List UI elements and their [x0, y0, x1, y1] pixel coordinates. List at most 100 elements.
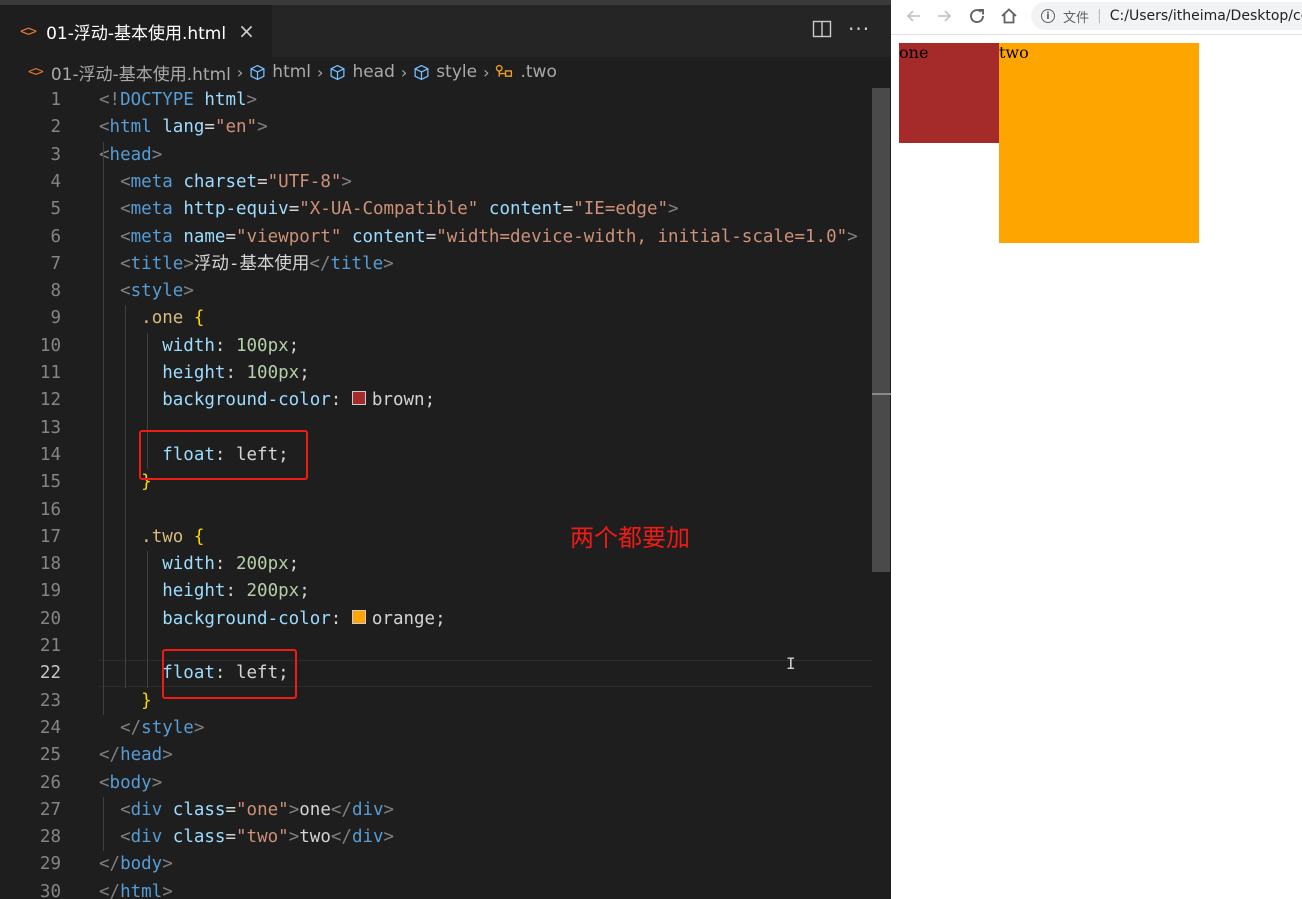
highlight-box-one-float [139, 430, 308, 480]
code-line[interactable]: 16 [0, 497, 891, 524]
forward-arrow-icon[interactable] [933, 5, 955, 27]
breadcrumb-style[interactable]: style [413, 62, 477, 82]
code-line[interactable]: 5 <meta http-equiv="X-UA-Compatible" con… [0, 196, 891, 223]
box-one-text: one [899, 43, 929, 62]
code-line[interactable]: 11 height: 100px; [0, 360, 891, 387]
float-box-one: one [899, 43, 999, 143]
breadcrumb-label: .two [520, 62, 557, 82]
info-icon[interactable]: i [1041, 9, 1055, 23]
breadcrumb-selector[interactable]: .two [495, 62, 557, 82]
text-cursor-icon: I [786, 654, 796, 673]
breadcrumb-label: html [272, 62, 312, 82]
color-swatch-icon[interactable] [351, 391, 366, 406]
code-line[interactable]: 9 .one { [0, 305, 891, 332]
code-text: <html lang="en"> [99, 117, 268, 138]
code-line[interactable]: 28 <div class="two">two</div> [0, 824, 891, 851]
breadcrumb-label: head [352, 62, 395, 82]
code-line[interactable]: 30 </html> [0, 879, 891, 899]
cube-icon [330, 64, 345, 80]
editor-tab[interactable]: <> 01-浮动-基本使用.html × [0, 5, 272, 57]
code-line[interactable]: 25 </head> [0, 742, 891, 769]
code-line[interactable]: 21 [0, 633, 891, 660]
html-file-icon: <> [20, 22, 37, 40]
back-arrow-icon[interactable] [903, 5, 925, 27]
code-line[interactable]: 8 <style> [0, 278, 891, 305]
code-editor: <> 01-浮动-基本使用.html × ··· <> 01-浮动-基本使用.h… [0, 0, 891, 899]
address-separator: | [1097, 8, 1102, 24]
breadcrumb-head[interactable]: head [329, 62, 395, 82]
indent-guide [125, 305, 126, 688]
chevron-right-icon: › [483, 62, 490, 82]
code-line[interactable]: 3 <head> [0, 142, 891, 169]
code-text: <div class="one">one</div> [120, 799, 395, 820]
code-line[interactable]: 19 height: 200px; [0, 578, 891, 605]
breadcrumb-file[interactable]: 01-浮动-基本使用.html [51, 60, 231, 85]
code-line[interactable]: 1 <!DOCTYPE html> [0, 87, 891, 114]
code-line[interactable]: 4 <meta charset="UTF-8"> [0, 169, 891, 196]
breadcrumb-label: style [436, 62, 478, 82]
code-line[interactable]: 27 <div class="one">one</div> [0, 797, 891, 824]
address-url[interactable]: C:/Users/itheima/Desktop/cc [1110, 8, 1302, 24]
line-number: 12 [39, 390, 61, 411]
tab-close-icon[interactable]: × [238, 19, 255, 43]
line-number: 21 [39, 636, 61, 656]
code-line[interactable]: 23 } [0, 688, 891, 715]
line-number: 23 [39, 690, 61, 711]
reload-icon[interactable] [966, 5, 988, 27]
code-line[interactable]: 10 width: 100px; [0, 333, 891, 360]
breadcrumb: <> 01-浮动-基本使用.html › html › head › style… [0, 57, 891, 87]
code-text: </head> [99, 745, 173, 766]
code-line[interactable]: 6 <meta name="viewport" content="width=d… [0, 224, 891, 251]
code-line[interactable]: 7 <title>浮动-基本使用</title> [0, 251, 891, 278]
split-editor-icon[interactable] [812, 19, 832, 39]
indent-guide [103, 796, 104, 852]
code-text: } [141, 690, 152, 711]
code-text: <style> [120, 281, 194, 302]
code-line[interactable]: 20 background-color: orange; [0, 606, 891, 633]
line-number: 15 [39, 472, 61, 493]
code-area[interactable]: 1 <!DOCTYPE html> 2 <html lang="en"> 3 <head>… [0, 87, 891, 899]
home-icon[interactable] [998, 5, 1020, 27]
code-text: height: 100px; [162, 363, 310, 383]
line-number: 16 [39, 499, 61, 520]
line-number: 5 [50, 199, 61, 220]
line-number: 7 [50, 253, 61, 274]
code-line[interactable]: 2 <html lang="en"> [0, 114, 891, 141]
code-line[interactable]: 22 float: left; [0, 660, 891, 687]
code-text: <div class="two">two</div> [120, 827, 395, 848]
line-number: 3 [50, 144, 61, 165]
code-line[interactable]: 13 [0, 415, 891, 442]
code-line[interactable]: 15 } [0, 469, 891, 496]
line-number: 24 [39, 717, 61, 738]
code-text: </style> [120, 717, 205, 738]
code-line[interactable]: 14 float: left; [0, 442, 891, 469]
code-text: background-color: orange; [162, 608, 446, 629]
line-number: 30 [39, 881, 61, 899]
code-line[interactable]: 26 <body> [0, 770, 891, 797]
breadcrumb-html[interactable]: html [249, 62, 311, 82]
code-line[interactable]: 18 width: 200px; [0, 551, 891, 578]
code-line[interactable]: 29 </body> [0, 851, 891, 878]
line-number: 25 [39, 745, 61, 766]
chevron-right-icon: › [400, 62, 408, 82]
address-bar[interactable]: i 文件 | C:/Users/itheima/Desktop/cc [1031, 2, 1302, 30]
code-text: <head> [99, 144, 163, 165]
line-number: 6 [50, 226, 61, 247]
code-line[interactable]: 24 </style> [0, 715, 891, 742]
code-line[interactable]: 12 background-color: brown; [0, 387, 891, 414]
code-line[interactable]: 17 .two { [0, 524, 891, 551]
address-scheme-label: 文件 [1063, 10, 1090, 26]
code-text: width: 100px; [162, 335, 300, 356]
more-actions-button[interactable]: ··· [848, 17, 870, 41]
code-text: <body> [99, 772, 163, 793]
line-number: 14 [39, 444, 61, 465]
code-text: .one { [141, 308, 205, 329]
color-swatch-icon[interactable] [351, 609, 366, 624]
indent-guide [103, 141, 104, 715]
html-file-icon: <> [28, 64, 44, 80]
selector-icon [496, 64, 513, 77]
float-box-two: two [999, 43, 1199, 243]
page-viewport: one two [891, 35, 1302, 899]
line-number: 2 [50, 117, 61, 138]
scrollbar-thumb[interactable] [872, 88, 890, 572]
